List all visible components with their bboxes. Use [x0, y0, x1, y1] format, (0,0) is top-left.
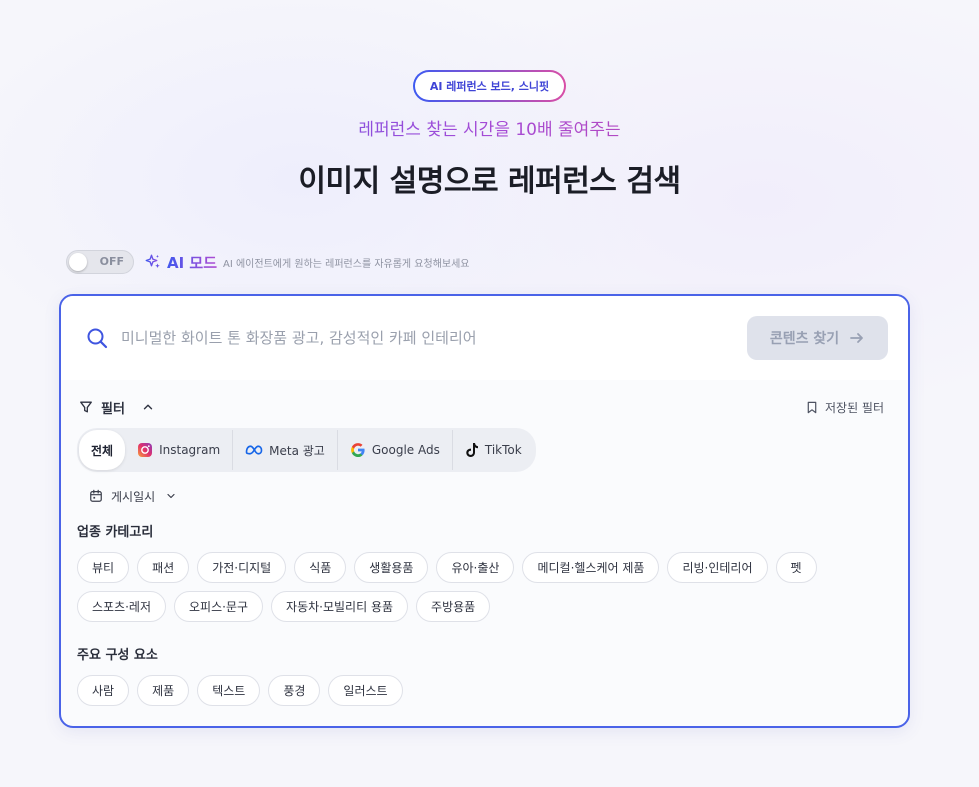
filter-label: 필터: [101, 401, 125, 417]
hero-subtitle: 레퍼런스 찾는 시간을 10배 줄여주는: [0, 115, 979, 140]
saved-filters-label: 저장된 필터: [824, 400, 884, 415]
instagram-icon: [138, 443, 153, 457]
filter-chip[interactable]: 유아·출산: [436, 552, 515, 583]
ai-mode-label: AI 모드: [167, 253, 218, 272]
ai-mode-toggle[interactable]: OFF: [66, 250, 134, 274]
ai-mode-row: OFF AI 모드 AI 에이전트에게 원하는 레퍼런스를 자유롭게 요청해보세…: [66, 250, 470, 274]
filter-toggle[interactable]: 필터: [79, 398, 155, 417]
filter-chip[interactable]: 생활용품: [354, 552, 429, 583]
filter-header: 필터 저장된 필터: [61, 380, 908, 420]
filter-chip[interactable]: 일러스트: [328, 675, 403, 706]
toggle-knob: [69, 253, 87, 271]
filter-chip[interactable]: 풍경: [268, 675, 321, 706]
funnel-icon: [80, 401, 92, 413]
tab-label: 전체: [91, 443, 114, 458]
filter-chip[interactable]: 패션: [137, 552, 190, 583]
arrow-right-icon: [850, 333, 864, 343]
tab-all[interactable]: 전체: [79, 430, 126, 470]
saved-filters-button[interactable]: 저장된 필터: [806, 399, 884, 416]
element-chips: 사람 제품 텍스트 풍경 일러스트: [77, 675, 877, 706]
tab-label: Google Ads: [371, 443, 440, 457]
elements-section-title: 주요 구성 요소: [77, 648, 158, 663]
filter-chip[interactable]: 펫: [775, 552, 817, 583]
filter-chip[interactable]: 텍스트: [197, 675, 261, 706]
google-icon: [350, 443, 365, 457]
search-panel: 콘텐츠 찾기 필터 저장된 필터 전체: [59, 294, 910, 728]
chevron-down-icon: [167, 493, 175, 499]
date-filter-label: 게시일시: [111, 489, 156, 504]
filter-chip[interactable]: 리빙·인테리어: [667, 552, 768, 583]
ai-mode-description: AI 에이전트에게 원하는 레퍼런스를 자유롭게 요청해보세요: [223, 258, 470, 270]
tiktok-icon: [466, 443, 478, 457]
filter-chip[interactable]: 스포츠·레저: [77, 591, 167, 622]
category-section-title: 업종 카테고리: [77, 525, 154, 540]
search-bar: 콘텐츠 찾기: [61, 296, 908, 380]
category-chips: 뷰티 패션 가전·디지털 식품 생활용품 유아·출산 메디컬·헬스케어 제품 리빙·인테리어 펫…: [77, 552, 877, 622]
filter-chip[interactable]: 메디컬·헬스케어 제품: [522, 552, 660, 583]
hero: AI 레퍼런스 보드, 스니핏 레퍼런스 찾는 시간을 10배 줄여주는 이미지…: [0, 70, 979, 200]
sparkle-icon: [145, 254, 160, 268]
filter-chip[interactable]: 주방용품: [416, 591, 491, 622]
find-content-button[interactable]: 콘텐츠 찾기: [747, 316, 888, 360]
hero-badge: AI 레퍼런스 보드, 스니핏: [412, 70, 567, 102]
filter-chip[interactable]: 사람: [77, 675, 130, 706]
filter-chip[interactable]: 식품: [294, 552, 347, 583]
tab-label: Meta 광고: [269, 443, 325, 458]
filter-chip[interactable]: 뷰티: [77, 552, 130, 583]
bookmark-icon: [807, 401, 817, 413]
tab-label: TikTok: [484, 443, 522, 457]
hero-badge-label: AI 레퍼런스 보드, 스니핏: [414, 72, 565, 100]
search-input[interactable]: [121, 329, 747, 347]
find-content-label: 콘텐츠 찾기: [769, 331, 840, 347]
tab-meta-ads[interactable]: Meta 광고: [233, 430, 338, 470]
chevron-up-icon: [143, 404, 153, 410]
meta-icon: [245, 445, 263, 455]
filter-chip[interactable]: 오피스·문구: [174, 591, 264, 622]
page-title: 이미지 설명으로 레퍼런스 검색: [298, 164, 681, 199]
tab-label: Instagram: [159, 443, 221, 457]
calendar-icon: [90, 489, 102, 502]
search-icon: [87, 328, 108, 349]
platform-tabs: 전체 Instagram Meta 광고 Google Ads TikTok: [77, 428, 536, 472]
tab-instagram[interactable]: Instagram: [125, 430, 234, 470]
toggle-state-label: OFF: [99, 255, 124, 268]
date-filter-dropdown[interactable]: 게시일시: [89, 486, 908, 506]
filter-chip[interactable]: 자동차·모빌리티 용품: [271, 591, 409, 622]
tab-tiktok[interactable]: TikTok: [453, 430, 534, 470]
filter-chip[interactable]: 가전·디지털: [197, 552, 287, 583]
filter-chip[interactable]: 제품: [137, 675, 190, 706]
tab-google-ads[interactable]: Google Ads: [338, 430, 453, 470]
